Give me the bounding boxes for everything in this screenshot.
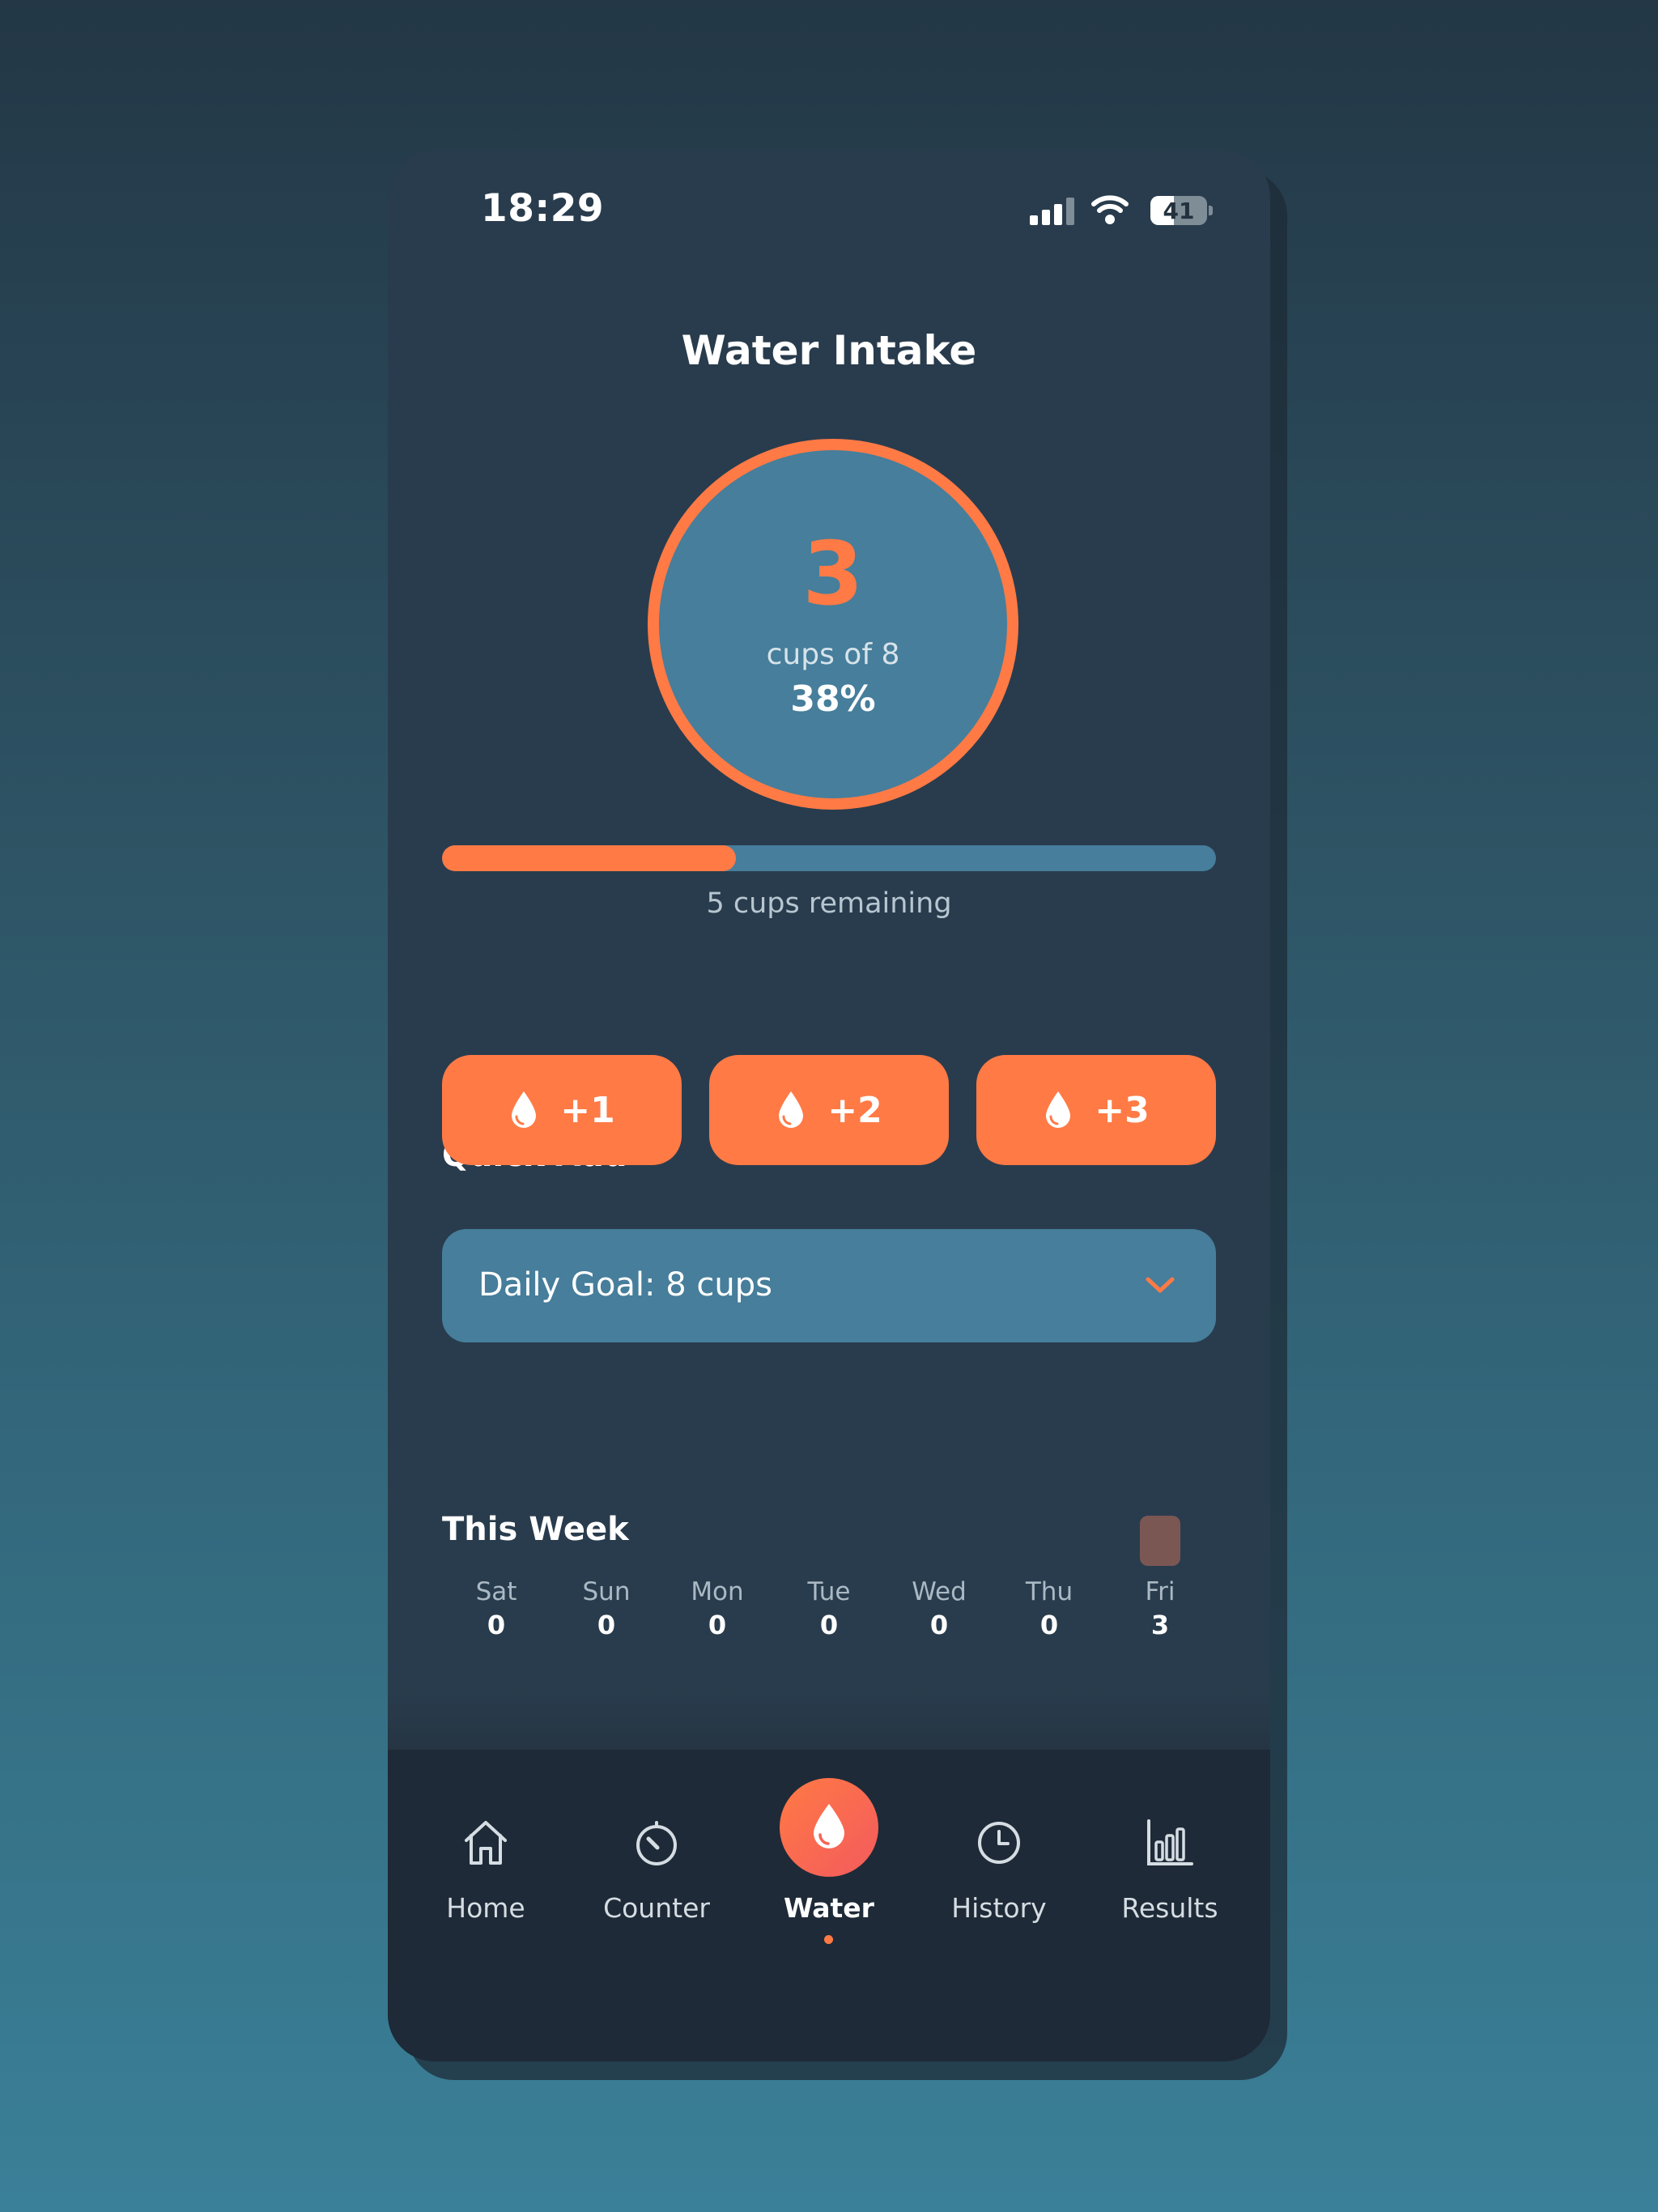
cups-subtitle: cups of 8 (766, 638, 900, 671)
signal-icon (1030, 198, 1075, 225)
cups-count: 3 (802, 524, 864, 625)
nav-label: Home (446, 1892, 525, 1924)
day-value: 0 (929, 1610, 949, 1640)
week-bar-fri (1140, 1516, 1180, 1566)
nav-label: Counter (603, 1892, 710, 1924)
battery-level: 41 (1163, 198, 1195, 224)
nav-label: Water (784, 1892, 874, 1924)
cups-remaining: 5 cups remaining (706, 887, 952, 920)
week-day-mon: Mon 0 (673, 1577, 762, 1640)
water-drop-icon (1046, 1091, 1071, 1128)
water-fab-button[interactable] (780, 1778, 878, 1877)
device-screen: 18:29 41 Water Intake 3 cups of 8 38% 5 … (388, 151, 1270, 2061)
day-label: Wed (912, 1577, 967, 1606)
battery-tip (1209, 206, 1213, 215)
bar-chart-icon (1147, 1819, 1193, 1865)
nav-label: History (951, 1892, 1047, 1924)
chevron-down-icon (1146, 1277, 1175, 1293)
day-value: 0 (708, 1610, 727, 1640)
day-label: Sat (475, 1577, 517, 1606)
day-value: 0 (1039, 1610, 1059, 1640)
day-label: Thu (1025, 1577, 1073, 1606)
quick-add-1-button[interactable]: +1 (442, 1055, 682, 1165)
quick-add-label: +2 (827, 1089, 882, 1131)
day-value: 0 (819, 1610, 839, 1640)
water-drop-icon (814, 1804, 844, 1848)
week-day-sun: Sun 0 (562, 1577, 651, 1640)
this-week-label: This Week (442, 1511, 629, 1548)
daily-goal-value: Daily Goal: 8 cups (478, 1266, 772, 1304)
water-drop-icon (512, 1091, 537, 1128)
quick-add-label: +1 (560, 1089, 615, 1131)
progress-percent: 38% (790, 678, 876, 720)
home-icon (465, 1821, 507, 1865)
week-day-fri: Fri 3 (1116, 1577, 1205, 1640)
progress-ring: 3 cups of 8 38% (648, 439, 1018, 810)
water-drop-icon (779, 1091, 804, 1128)
progress-bar (442, 845, 1216, 871)
status-time: 18:29 (481, 186, 605, 231)
bottom-nav: Home Counter Water History Results (388, 1750, 1270, 2061)
week-day-sat: Sat 0 (452, 1577, 541, 1640)
clock-icon (978, 1822, 1020, 1864)
wifi-icon (1091, 195, 1129, 224)
quick-add-2-button[interactable]: +2 (709, 1055, 949, 1165)
active-indicator (824, 1935, 833, 1944)
quick-add-label: +3 (1095, 1089, 1150, 1131)
week-day-tue: Tue 0 (784, 1577, 874, 1640)
timer-icon (636, 1821, 677, 1865)
quick-add-3-button[interactable]: +3 (976, 1055, 1216, 1165)
day-value: 0 (597, 1610, 616, 1640)
nav-label: Results (1121, 1892, 1218, 1924)
page-title: Water Intake (681, 327, 977, 374)
week-day-thu: Thu 0 (1005, 1577, 1094, 1640)
day-label: Sun (582, 1577, 631, 1606)
nav-fade (388, 1689, 1270, 1750)
nav-item-results[interactable]: Results (1089, 1750, 1251, 1960)
day-label: Mon (691, 1577, 744, 1606)
nav-item-home[interactable]: Home (405, 1750, 567, 1960)
week-day-wed: Wed 0 (895, 1577, 984, 1640)
nav-item-counter[interactable]: Counter (576, 1750, 738, 1960)
day-value: 3 (1150, 1610, 1170, 1640)
day-label: Fri (1145, 1577, 1175, 1606)
day-label: Tue (807, 1577, 851, 1606)
battery-icon: 41 (1150, 196, 1207, 225)
nav-item-history[interactable]: History (918, 1750, 1080, 1960)
day-value: 0 (487, 1610, 506, 1640)
progress-bar-fill (442, 845, 737, 871)
daily-goal-dropdown[interactable]: Daily Goal: 8 cups (442, 1229, 1216, 1342)
